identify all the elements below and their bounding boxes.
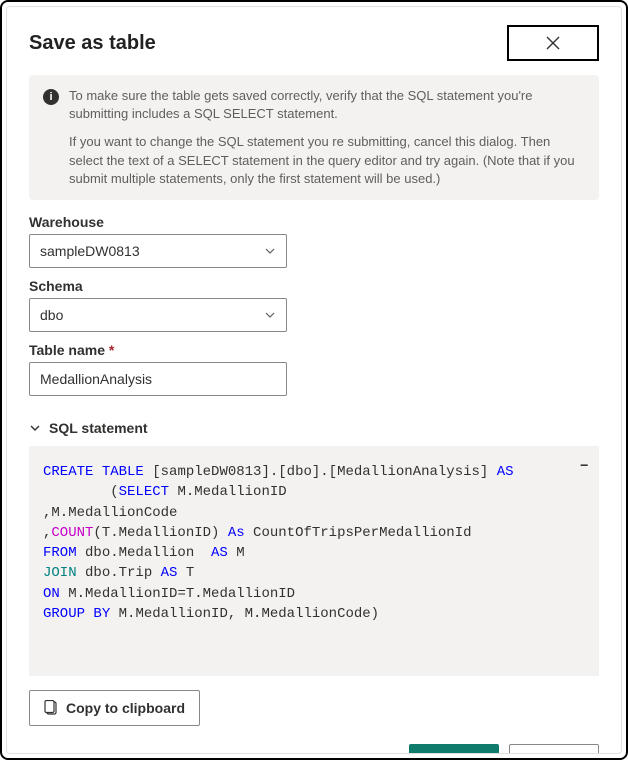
- close-icon: [545, 35, 561, 51]
- ok-button[interactable]: OK: [409, 744, 499, 754]
- required-indicator: *: [109, 342, 114, 358]
- table-name-label: Table name *: [29, 342, 599, 358]
- copy-row: Copy to clipboard: [29, 690, 599, 726]
- dialog-footer: OK Cancel: [29, 744, 599, 754]
- schema-value: dbo: [40, 307, 63, 323]
- dialog-title: Save as table: [29, 32, 156, 55]
- schema-field: Schema dbo: [29, 278, 599, 332]
- chevron-down-icon: [29, 422, 41, 434]
- copy-to-clipboard-button[interactable]: Copy to clipboard: [29, 690, 200, 726]
- close-button[interactable]: [507, 25, 599, 61]
- info-icon: i: [43, 89, 59, 105]
- table-name-input[interactable]: [29, 362, 287, 396]
- dialog-header: Save as table: [29, 25, 599, 61]
- warehouse-label: Warehouse: [29, 214, 599, 230]
- copy-label: Copy to clipboard: [66, 700, 185, 716]
- warehouse-field: Warehouse sampleDW0813: [29, 214, 599, 268]
- cancel-button[interactable]: Cancel: [509, 744, 599, 754]
- info-paragraph-2: If you want to change the SQL statement …: [69, 133, 585, 188]
- info-banner: i To make sure the table gets saved corr…: [29, 75, 599, 200]
- warehouse-select[interactable]: sampleDW0813: [29, 234, 287, 268]
- warehouse-value: sampleDW0813: [40, 243, 140, 259]
- schema-select[interactable]: dbo: [29, 298, 287, 332]
- dialog: Save as table i To make sure the table g…: [6, 6, 622, 754]
- collapse-icon[interactable]: –: [579, 454, 589, 477]
- table-name-field: Table name *: [29, 342, 599, 396]
- sql-statement-toggle[interactable]: SQL statement: [29, 420, 599, 436]
- chevron-down-icon: [264, 309, 276, 321]
- schema-label: Schema: [29, 278, 599, 294]
- sql-statement-box: –CREATE TABLE [sampleDW0813].[dbo].[Meda…: [29, 446, 599, 676]
- sql-statement-label: SQL statement: [49, 420, 148, 436]
- chevron-down-icon: [264, 245, 276, 257]
- info-text: To make sure the table gets saved correc…: [69, 87, 585, 188]
- clipboard-icon: [44, 700, 58, 716]
- info-paragraph-1: To make sure the table gets saved correc…: [69, 87, 585, 123]
